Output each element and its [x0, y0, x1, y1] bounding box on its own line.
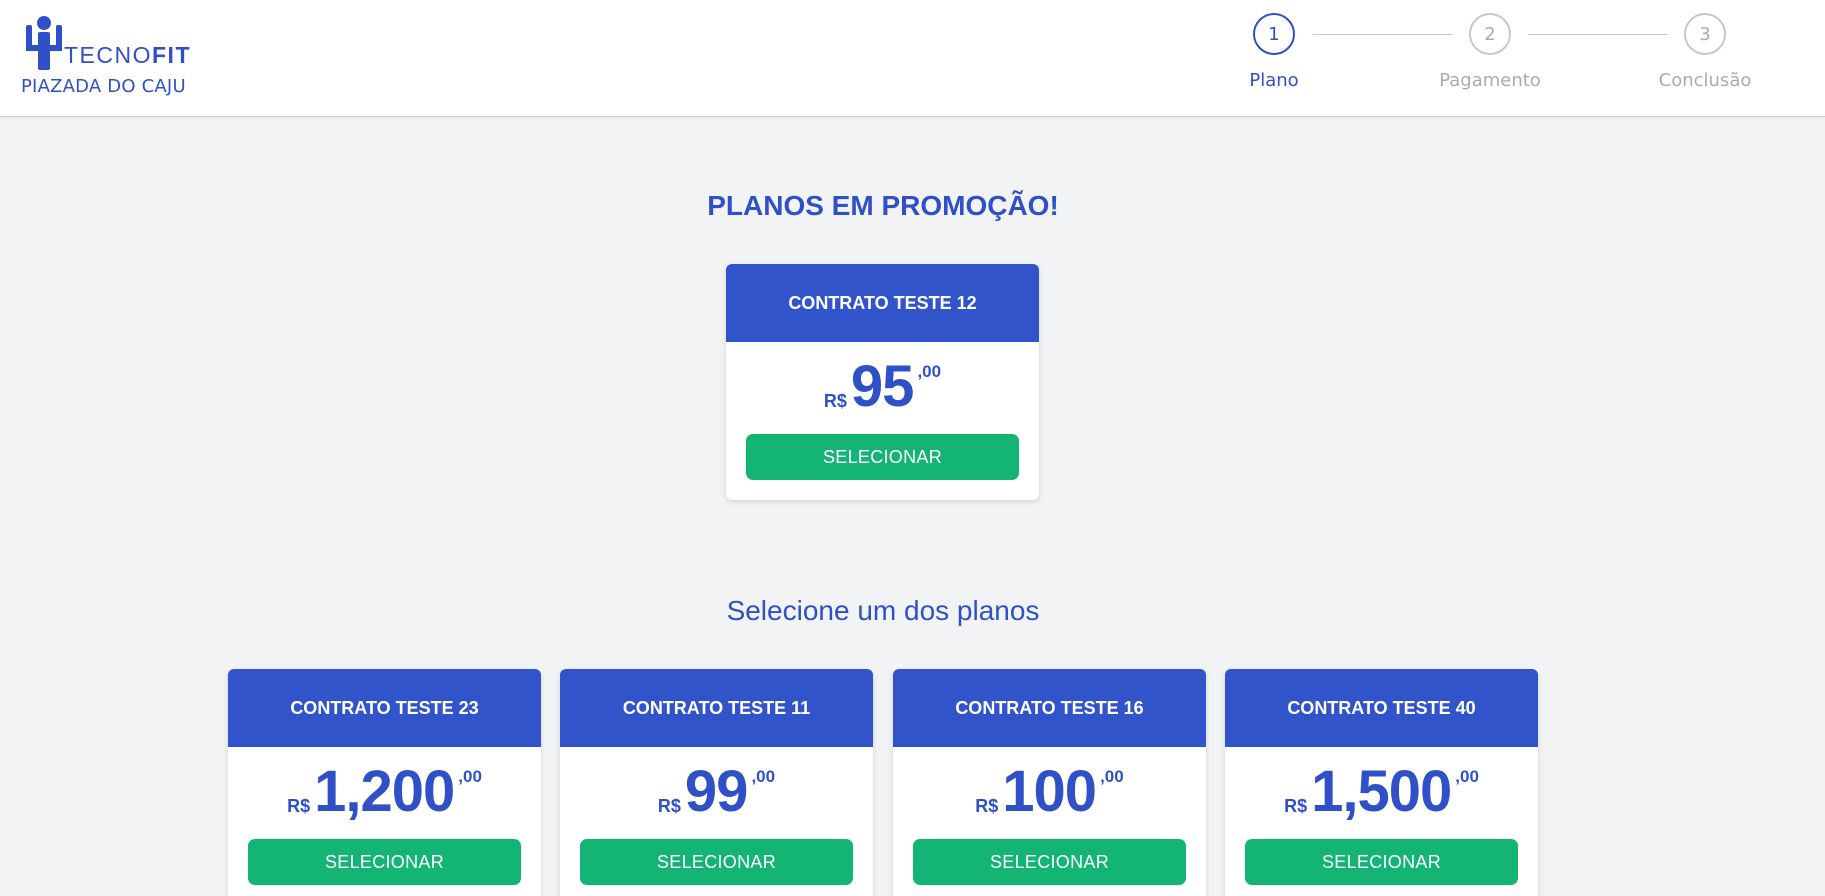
checkout-stepper: 1 Plano 2 Pagamento 3 Conclusão: [1230, 13, 1790, 103]
brand-light-text: TECNO: [64, 42, 152, 68]
price-integer: 1,500: [1311, 759, 1452, 824]
plan-card: CONTRATO TESTE 16 R$ 100 ,00 SELECIONAR: [893, 669, 1206, 896]
step-2-number: 2: [1484, 23, 1496, 45]
gym-name: PIAZADA DO CAJU: [21, 76, 186, 97]
plan-card: CONTRATO TESTE 11 R$ 99 ,00 SELECIONAR: [560, 669, 873, 896]
plan-price: R$ 100 ,00: [893, 747, 1206, 839]
price-integer: 99: [684, 759, 749, 824]
card-spacer: [726, 480, 1039, 500]
price-currency: R$: [1284, 796, 1308, 816]
plan-name: CONTRATO TESTE 40: [1225, 669, 1538, 747]
brand-wordmark: TECNOFIT: [64, 42, 191, 69]
select-plan-button[interactable]: SELECIONAR: [913, 839, 1186, 885]
brand-bold-text: FIT: [152, 42, 191, 68]
plan-name: CONTRATO TESTE 11: [560, 669, 873, 747]
price-cents: ,00: [751, 767, 776, 786]
plan-price: R$ 1,500 ,00: [1225, 747, 1538, 839]
step-3-number: 3: [1699, 23, 1711, 45]
plan-name: CONTRATO TESTE 16: [893, 669, 1206, 747]
select-plan-button[interactable]: SELECIONAR: [248, 839, 521, 885]
step-1-number: 1: [1268, 23, 1280, 45]
step-1-circle[interactable]: 1: [1253, 13, 1295, 55]
tecnofit-logo: TECNOFIT: [24, 15, 194, 71]
step-3-label: Conclusão: [1658, 70, 1752, 91]
plan-card: CONTRATO TESTE 40 R$ 1,500 ,00 SELECIONA…: [1225, 669, 1538, 896]
step-2-circle: 2: [1469, 13, 1511, 55]
plan-price: R$ 1,200 ,00: [228, 747, 541, 839]
select-plan-button[interactable]: SELECIONAR: [1245, 839, 1518, 885]
price-integer: 95: [850, 354, 915, 419]
plan-price: R$ 95 ,00: [726, 342, 1039, 434]
price-cents: ,00: [458, 767, 482, 786]
price-currency: R$: [657, 796, 681, 816]
promo-plan-card: CONTRATO TESTE 12 R$ 95 ,00 SELECIONAR: [726, 264, 1039, 500]
price-integer: 100: [1002, 759, 1097, 824]
promo-section-title: PLANOS EM PROMOÇÃO!: [707, 190, 1059, 221]
price-currency: R$: [287, 796, 311, 816]
select-plan-button[interactable]: SELECIONAR: [580, 839, 853, 885]
step-connector: [1528, 34, 1668, 35]
step-1-label[interactable]: Plano: [1204, 70, 1344, 91]
price-integer: 1,200: [314, 759, 455, 824]
price-cents: ,00: [917, 362, 942, 381]
tecnofit-figure-icon: [26, 16, 62, 70]
price-cents: ,00: [1455, 767, 1479, 786]
step-connector: [1313, 34, 1453, 35]
price-currency: R$: [975, 796, 999, 816]
step-3-circle: 3: [1684, 13, 1726, 55]
top-header: TECNOFIT PIAZADA DO CAJU 1 Plano 2 Pagam…: [0, 0, 1825, 117]
plan-name: CONTRATO TESTE 12: [726, 264, 1039, 342]
price-cents: ,00: [1100, 767, 1124, 786]
plans-section-title-text: Selecione um dos planos: [726, 595, 1040, 626]
plan-price: R$ 99 ,00: [560, 747, 873, 839]
plan-name: CONTRATO TESTE 23: [228, 669, 541, 747]
plans-section-title: Selecione um dos planos: [0, 595, 1766, 627]
step-2-label: Pagamento: [1439, 70, 1541, 91]
price-currency: R$: [823, 391, 847, 411]
select-plan-button[interactable]: SELECIONAR: [746, 434, 1019, 480]
plan-card: CONTRATO TESTE 23 R$ 1,200 ,00 SELECIONA…: [228, 669, 541, 896]
